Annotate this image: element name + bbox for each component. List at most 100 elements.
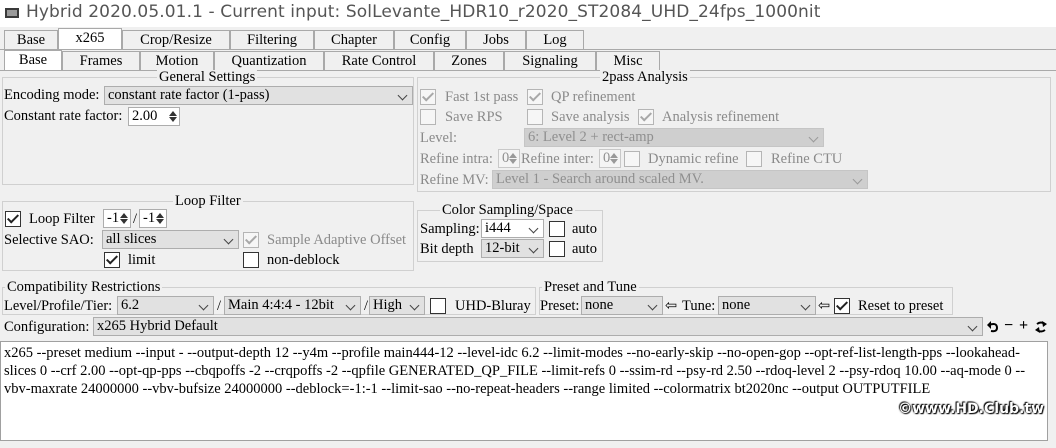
spin-up-icon[interactable] <box>169 111 177 116</box>
sampling-auto-checkbox[interactable] <box>549 221 565 237</box>
compat-level-select[interactable]: 6.2 <box>117 296 214 315</box>
subtab-rate-control[interactable]: Rate Control <box>324 51 434 70</box>
chevron-down-icon <box>223 234 234 245</box>
tab-crop-resize[interactable]: Crop/Resize <box>122 30 230 49</box>
watermark-text: ©www.HD.Club.tw <box>898 401 1044 417</box>
limit-label: limit <box>128 252 156 268</box>
refine-mv-select[interactable]: Level 1 - Search around scaled MV. <box>492 170 868 189</box>
subtab-base[interactable]: Base <box>4 50 62 70</box>
check-icon <box>421 89 435 102</box>
fast-1st-pass-checkbox[interactable] <box>420 89 436 105</box>
reset-to-preset-label: Reset to preset <box>858 298 944 314</box>
tab-config[interactable]: Config <box>394 30 466 49</box>
spin-up-icon[interactable] <box>156 213 164 218</box>
dynamic-refine-checkbox[interactable] <box>624 151 640 167</box>
spin-down-icon[interactable] <box>120 219 128 224</box>
undo-icon[interactable] <box>986 320 1000 334</box>
spin-down-icon[interactable] <box>509 159 517 164</box>
sampling-select[interactable]: i444 <box>481 219 544 238</box>
compat-profile-select[interactable]: Main 4:4:4 - 12bit <box>224 296 361 315</box>
encoding-mode-label: Encoding mode: <box>4 87 100 103</box>
subtab-motion[interactable]: Motion <box>140 51 214 70</box>
chevron-down-icon <box>345 300 356 311</box>
subtab-frames[interactable]: Frames <box>62 51 140 70</box>
tune-value: none <box>722 297 751 313</box>
crf-label: Constant rate factor: <box>4 108 123 124</box>
limit-checkbox[interactable] <box>104 252 120 268</box>
remove-config-button[interactable]: − <box>1004 317 1013 335</box>
preset-select[interactable]: none <box>581 296 663 315</box>
sao-label: Sample Adaptive Offset <box>267 232 407 248</box>
deblock-alpha-spinbox[interactable]: -1 <box>103 209 131 228</box>
refresh-icon[interactable] <box>1034 320 1048 334</box>
check-icon <box>835 298 849 311</box>
spin-down-icon[interactable] <box>169 117 177 122</box>
crf-spinbox[interactable]: 2.00 <box>128 107 180 126</box>
refine-ctu-checkbox[interactable] <box>746 151 762 167</box>
spin-up-icon[interactable] <box>509 153 517 158</box>
save-rps-checkbox[interactable] <box>420 109 436 125</box>
tab-x265[interactable]: x265 <box>58 28 122 49</box>
spin-down-icon[interactable] <box>610 159 618 164</box>
save-analysis-checkbox[interactable] <box>527 109 543 125</box>
crf-value: 2.00 <box>132 108 158 124</box>
compat-tier-select[interactable]: High <box>369 296 425 315</box>
tune-select[interactable]: none <box>718 296 816 315</box>
spin-up-icon[interactable] <box>120 213 128 218</box>
deblock-alpha-value: -1 <box>107 210 120 226</box>
configuration-select[interactable]: x265 Hybrid Default <box>93 317 983 336</box>
refine-intra-spinbox[interactable]: 0 <box>498 149 520 168</box>
twopass-analysis-title: 2pass Analysis <box>600 69 690 85</box>
encoding-mode-select[interactable]: constant rate factor (1-pass) <box>104 86 413 105</box>
level-value: 6: Level 2 + rect-amp <box>528 129 654 145</box>
subtab-zones[interactable]: Zones <box>434 51 504 70</box>
selective-sao-select[interactable]: all slices <box>102 230 239 249</box>
tab-base[interactable]: Base <box>4 30 58 49</box>
chevron-down-icon <box>397 90 408 101</box>
subtab-misc[interactable]: Misc <box>596 51 660 70</box>
sampling-value: i444 <box>485 220 511 236</box>
refine-ctu-label: Refine CTU <box>771 151 843 167</box>
selective-sao-value: all slices <box>106 231 157 247</box>
subtab-signaling[interactable]: Signaling <box>504 51 596 70</box>
bitdepth-select[interactable]: 12-bit <box>481 239 544 258</box>
subtab-quantization[interactable]: Quantization <box>214 51 324 70</box>
tab-filtering[interactable]: Filtering <box>230 30 314 49</box>
analysis-refinement-checkbox[interactable] <box>638 109 654 125</box>
main-tab-divider <box>0 49 1056 50</box>
level-select[interactable]: 6: Level 2 + rect-amp <box>524 128 824 147</box>
deblock-beta-spinbox[interactable]: -1 <box>139 209 167 228</box>
reset-to-preset-checkbox[interactable] <box>834 298 850 314</box>
tab-jobs[interactable]: Jobs <box>466 30 526 49</box>
add-config-button[interactable]: + <box>1019 317 1028 335</box>
preset-arrow-icon[interactable]: ⇦ <box>665 297 677 315</box>
refine-inter-spinbox[interactable]: 0 <box>599 149 621 168</box>
check-icon <box>6 211 20 224</box>
loop-filter-checkbox[interactable] <box>5 211 21 227</box>
spin-up-icon[interactable] <box>610 153 618 158</box>
command-line-output[interactable]: x265 --preset medium --input - --output-… <box>0 341 1048 441</box>
scrollbar[interactable] <box>1048 341 1056 441</box>
tune-arrow-icon[interactable]: ⇦ <box>818 297 830 315</box>
bitdepth-auto-checkbox[interactable] <box>549 241 565 257</box>
qp-refinement-checkbox[interactable] <box>527 89 543 105</box>
bitdepth-value: 12-bit <box>485 240 520 256</box>
sampling-label: Sampling: <box>420 221 480 237</box>
tab-chapter[interactable]: Chapter <box>314 30 394 49</box>
non-deblock-checkbox[interactable] <box>243 252 259 268</box>
tab-log[interactable]: Log <box>526 30 584 49</box>
sao-checkbox[interactable] <box>243 232 259 248</box>
chevron-down-icon <box>808 132 819 143</box>
compat-sep-1: / <box>217 298 222 314</box>
qp-refinement-label: QP refinement <box>551 89 636 105</box>
deblock-separator: / <box>133 211 138 227</box>
window-title: Hybrid 2020.05.01.1 - Current input: Sol… <box>26 2 821 22</box>
tune-label: Tune: <box>682 298 716 314</box>
title-bar: Hybrid 2020.05.01.1 - Current input: Sol… <box>0 0 1056 27</box>
spin-down-icon[interactable] <box>156 219 164 224</box>
dynamic-refine-label: Dynamic refine <box>648 151 739 167</box>
compat-sep-2: / <box>364 298 369 314</box>
check-icon <box>528 89 542 102</box>
uhd-bluray-checkbox[interactable] <box>430 298 446 314</box>
configuration-label: Configuration: <box>4 319 90 335</box>
